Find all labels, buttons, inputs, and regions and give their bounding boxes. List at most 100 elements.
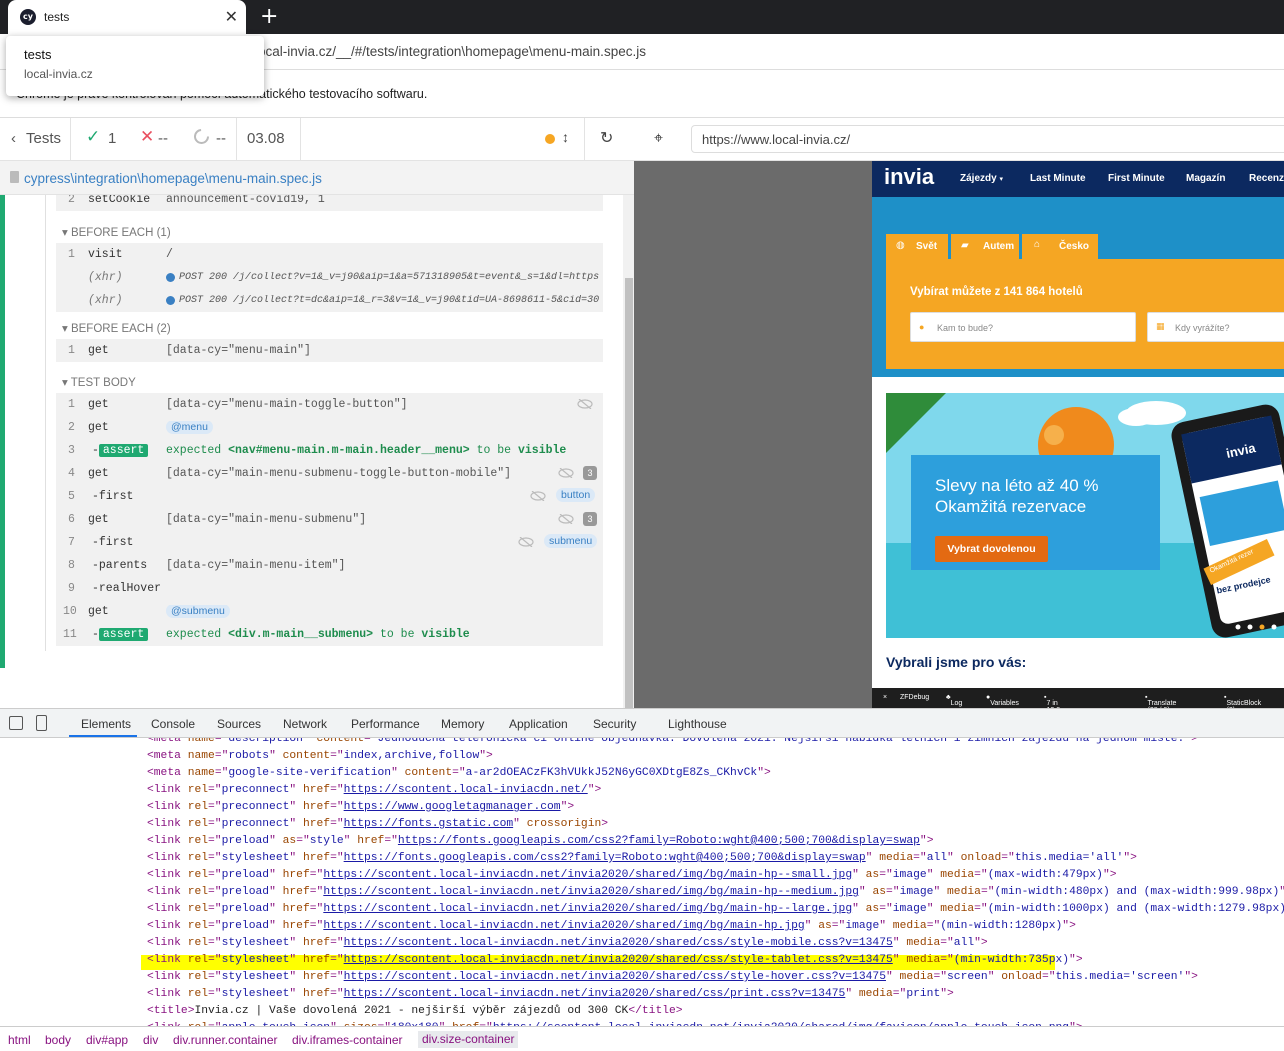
tab-memory[interactable]: Memory [441,717,484,731]
debug-variables[interactable]: ● Variables [986,694,1019,707]
assert-row[interactable]: 3 - assert expected <nav#menu-main.m-main… [56,439,603,462]
tab-elements[interactable]: Elements [81,717,131,731]
tab-network[interactable]: Network [283,717,327,731]
tab-lighthouse[interactable]: Lighthouse [668,717,727,731]
command-number: 3 [68,444,75,457]
debug-staticblock[interactable]: ▪ StaticBlock (2) [1224,694,1261,708]
breadcrumb-item[interactable]: html [8,1033,31,1047]
tests-button[interactable]: ‹ Tests [0,118,71,161]
command-message: POST 200 /j/collect?t=dc&aip=1&_r=3&v=1&… [179,295,599,306]
breadcrumb-item[interactable]: div.runner.container [173,1033,278,1047]
resize-arrows-icon[interactable]: ↕ [562,129,569,145]
command-number: 1 [68,248,75,261]
selector-playground-icon[interactable]: ⌖ [654,130,663,148]
nav-recenze[interactable]: Recenz [1249,173,1284,184]
nav-zajezdy[interactable]: Zájezdy ▾ [960,173,1003,184]
breadcrumb-item[interactable]: div#app [86,1033,128,1047]
aut-iframe[interactable]: invia Zájezdy ▾ Last Minute First Minute… [872,161,1284,708]
spec-file-link[interactable]: cypress\integration\homepage\menu-main.s… [24,171,322,186]
nav-magazin[interactable]: Magazín [1186,173,1225,184]
search-tab-svet[interactable]: ◍ Svět [886,234,948,259]
dom-node-line[interactable]: <meta name="description" content="Jednod… [147,738,1198,745]
command-row[interactable]: 1 get [data-cy="menu-main"] [56,339,603,362]
breadcrumb-item[interactable]: div.iframes-container [292,1033,402,1047]
elements-tree[interactable]: <meta name="description" content="Jednod… [0,738,1284,1026]
tab-console[interactable]: Console [151,717,195,731]
breadcrumb-item[interactable]: div.size-container [418,1031,519,1048]
breadcrumb-item[interactable]: body [45,1033,71,1047]
tab-security[interactable]: Security [593,717,636,731]
command-row[interactable]: 6 get [data-cy="main-menu-submenu"] 3 [56,508,603,531]
tab-sources[interactable]: Sources [217,717,261,731]
dom-node-line[interactable]: <link rel="preconnect" href="https://www… [147,801,574,813]
device-toolbar-icon[interactable] [36,715,47,731]
command-row[interactable]: 10 get @submenu [56,600,603,623]
command-row[interactable]: 5 -first button [56,485,603,508]
debug-db[interactable]: ▪ 7 in 12,3 ms / 4 in 23,7 ms [1044,694,1060,708]
command-name: get [88,344,109,357]
date-field[interactable]: ▦ Kdy vyrážíte? [1147,312,1284,342]
element-count-badge: 3 [583,466,597,480]
alias-badge: submenu [544,534,598,548]
dom-node-line[interactable]: <title>Invia.cz | Vaše dovolená 2021 - n… [147,1005,683,1017]
dom-node-line[interactable]: <link rel="preload" href="https://sconte… [147,920,1076,932]
nav-last-minute[interactable]: Last Minute [1030,173,1086,184]
inspect-element-icon[interactable] [9,716,23,730]
dom-node-line[interactable]: <link rel="preload" href="https://sconte… [147,869,1117,881]
command-row[interactable]: 8 -parents [data-cy="main-menu-item"] [56,554,603,577]
dom-node-line[interactable]: <link rel="preload" href="https://sconte… [147,903,1284,915]
tab-title: tests [44,10,70,24]
search-tab-autem[interactable]: ▰ Autem [951,234,1019,259]
dom-node-line[interactable]: <link rel="preconnect" href="https://fon… [147,818,608,830]
restart-button[interactable]: ↻ [584,118,634,161]
promo-banner[interactable]: invia Okamžitá rezer bez prodejce Slevy … [886,393,1284,638]
nav-first-minute[interactable]: First Minute [1108,173,1165,184]
tab-application[interactable]: Application [509,717,568,731]
dom-node-line[interactable]: <link rel="stylesheet" href="https://fon… [147,852,1137,864]
xhr-row[interactable]: (xhr) POST 200 /j/collect?t=dc&aip=1&_r=… [56,289,603,312]
car-icon: ▰ [961,240,969,251]
reporter-scroll-thumb[interactable] [625,278,633,708]
command-row[interactable]: 1 visit / [56,243,603,266]
assert-row[interactable]: 11 - assert expected <div.m-main__submenu… [56,623,603,646]
dom-node-line[interactable]: <link rel="stylesheet" href="https://sco… [141,954,1083,970]
promo-button[interactable]: Vybrat dovolenou [935,536,1048,562]
invia-logo[interactable]: invia [884,164,934,190]
cypress-favicon-icon: cy [20,9,36,25]
command-number: 2 [68,421,75,434]
search-tab-cesko[interactable]: ⌂ Česko [1022,234,1098,259]
dom-node-line[interactable]: <link rel="preconnect" href="https://sco… [147,784,601,796]
active-tab-indicator [69,735,137,737]
xhr-row[interactable]: (xhr) POST 200 /j/collect?v=1&_v=j90&aip… [56,266,603,289]
command-row[interactable]: 9 -realHover [56,577,603,600]
test-body-section[interactable]: ▾ TEST BODY [62,375,136,389]
dom-node-line[interactable]: <meta name="robots" content="index,archi… [147,750,493,762]
new-tab-button[interactable]: + [260,4,278,29]
debug-zfdebug[interactable]: ZFDebug [900,694,929,701]
command-number: 1 [68,398,75,411]
hook-before-each-1[interactable]: ▾ BEFORE EACH (1) [62,225,171,239]
destination-field[interactable]: ● Kam to bude? [910,312,1136,342]
dom-node-line[interactable]: <link rel="stylesheet" href="https://sco… [147,937,988,949]
dom-node-line[interactable]: <link rel="preload" href="https://sconte… [147,886,1284,898]
tab-performance[interactable]: Performance [351,717,420,731]
command-row[interactable]: 2 setCookie announcement-covid19, 1 [56,195,603,211]
close-icon[interactable]: × [883,694,887,701]
close-tab-icon[interactable]: ✕ [225,7,238,27]
browser-tab[interactable]: cy tests ✕ [8,0,246,34]
dom-node-line[interactable]: <link rel="stylesheet" href="https://sco… [147,971,1198,983]
dom-node-line[interactable]: <link rel="stylesheet" href="https://sco… [147,988,954,1000]
command-row[interactable]: 1 get [data-cy="menu-main-toggle-button"… [56,393,603,416]
command-row[interactable]: 2 get @menu [56,416,603,439]
dom-node-line[interactable]: <meta name="google-site-verification" co… [147,767,771,779]
command-row[interactable]: 4 get [data-cy="main-menu-submenu-toggle… [56,462,603,485]
dom-node-line[interactable]: <link rel="preload" as="style" href="htt… [147,835,933,847]
debug-log[interactable]: ♣ Log [946,694,962,707]
aut-url-field[interactable]: https://www.local-invia.cz/ [691,125,1284,153]
debug-translate[interactable]: ▪ Translate (28 / 0) [1145,694,1176,708]
command-name: visit [88,248,123,261]
address-url[interactable]: ocal-invia.cz/__/#/tests/integration\hom… [258,44,646,59]
command-row[interactable]: 7 -first submenu [56,531,603,554]
hook-before-each-2[interactable]: ▾ BEFORE EACH (2) [62,321,171,335]
breadcrumb-item[interactable]: div [143,1033,158,1047]
